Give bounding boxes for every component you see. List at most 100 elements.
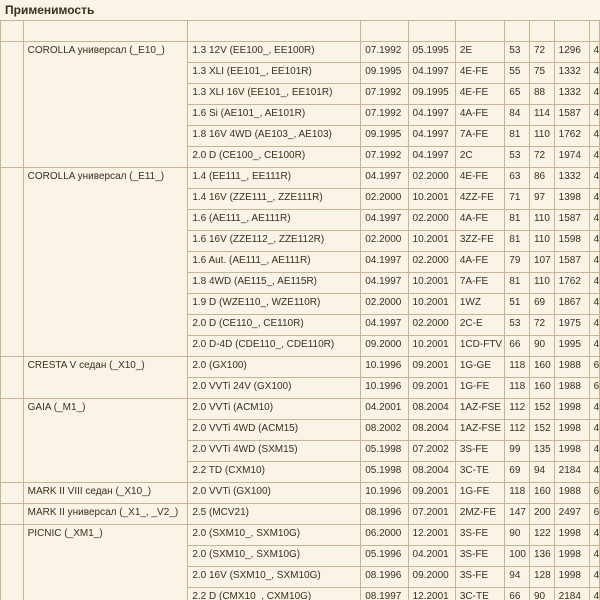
val-d: 4 xyxy=(589,588,599,600)
to-cell: 12.2001 xyxy=(408,588,455,600)
from-cell: 09.1995 xyxy=(361,63,408,84)
val-a: 65 xyxy=(505,84,530,105)
val-a: 55 xyxy=(505,63,530,84)
val-b: 136 xyxy=(529,546,554,567)
val-c: 1998 xyxy=(554,567,589,588)
from-cell: 05.1998 xyxy=(361,441,408,462)
val-c: 1974 xyxy=(554,147,589,168)
from-cell: 02.2000 xyxy=(361,231,408,252)
type-cell: 4E-FE xyxy=(455,84,504,105)
type-cell: 3S-FE xyxy=(455,546,504,567)
to-cell: 09.2001 xyxy=(408,483,455,504)
engine-cell: 1.9 D (WZE110_, WZE110R) xyxy=(188,294,361,315)
val-a: 99 xyxy=(505,441,530,462)
val-b: 107 xyxy=(529,252,554,273)
val-b: 160 xyxy=(529,357,554,378)
to-cell: 04.1997 xyxy=(408,105,455,126)
type-cell: 1G-GE xyxy=(455,357,504,378)
val-d: 4 xyxy=(589,420,599,441)
val-d: 4 xyxy=(589,273,599,294)
val-c: 1587 xyxy=(554,105,589,126)
engine-cell: 2.2 TD (CXM10) xyxy=(188,462,361,483)
val-a: 81 xyxy=(505,273,530,294)
type-cell: 4A-FE xyxy=(455,252,504,273)
val-c: 1762 xyxy=(554,126,589,147)
indent-cell xyxy=(1,525,24,600)
val-a: 69 xyxy=(505,462,530,483)
val-b: 75 xyxy=(529,63,554,84)
val-a: 100 xyxy=(505,546,530,567)
val-b: 152 xyxy=(529,420,554,441)
val-a: 51 xyxy=(505,294,530,315)
from-cell: 10.1996 xyxy=(361,357,408,378)
type-cell: 3S-FE xyxy=(455,525,504,546)
to-cell: 02.2000 xyxy=(408,168,455,189)
to-cell: 04.1997 xyxy=(408,126,455,147)
to-cell: 02.2000 xyxy=(408,315,455,336)
from-cell: 04.2001 xyxy=(361,399,408,420)
val-d: 4 xyxy=(589,168,599,189)
from-cell: 02.2000 xyxy=(361,189,408,210)
engine-cell: 1.4 16V (ZZE111_, ZZE111R) xyxy=(188,189,361,210)
val-a: 63 xyxy=(505,168,530,189)
val-c: 1296 xyxy=(554,42,589,63)
model-cell: CRESTA V седан (_X10_) xyxy=(23,357,188,399)
engine-cell: 1.3 12V (EE100_, EE100R) xyxy=(188,42,361,63)
from-cell: 07.1992 xyxy=(361,84,408,105)
val-c: 1988 xyxy=(554,483,589,504)
val-c: 1762 xyxy=(554,273,589,294)
val-b: 110 xyxy=(529,231,554,252)
val-a: 94 xyxy=(505,567,530,588)
val-c: 2184 xyxy=(554,588,589,600)
to-cell: 02.2000 xyxy=(408,252,455,273)
type-cell: 4A-FE xyxy=(455,210,504,231)
val-a: 53 xyxy=(505,42,530,63)
val-b: 110 xyxy=(529,126,554,147)
val-b: 122 xyxy=(529,525,554,546)
val-d: 4 xyxy=(589,546,599,567)
from-cell: 02.2000 xyxy=(361,294,408,315)
val-b: 69 xyxy=(529,294,554,315)
table-row: PICNIC (_XM1_)2.0 (SXM10_, SXM10G)06.200… xyxy=(1,525,600,546)
val-b: 72 xyxy=(529,315,554,336)
val-c: 1988 xyxy=(554,357,589,378)
table-row: MARK II VIII седан (_X10_)2.0 VVTi (GX10… xyxy=(1,483,600,504)
engine-cell: 1.8 16V 4WD (AE103_, AE103) xyxy=(188,126,361,147)
table-row: COROLLA универсал (_E10_)1.3 12V (EE100_… xyxy=(1,42,600,63)
val-b: 86 xyxy=(529,168,554,189)
val-b: 72 xyxy=(529,42,554,63)
val-b: 200 xyxy=(529,504,554,525)
val-b: 114 xyxy=(529,105,554,126)
type-cell: 1G-FE xyxy=(455,378,504,399)
val-c: 2497 xyxy=(554,504,589,525)
engine-cell: 1.3 XLI 16V (EE101_, EE101R) xyxy=(188,84,361,105)
val-d: 4 xyxy=(589,336,599,357)
engine-cell: 1.3 XLI (EE101_, EE101R) xyxy=(188,63,361,84)
val-a: 90 xyxy=(505,525,530,546)
val-d: 4 xyxy=(589,210,599,231)
model-cell: MARK II универсал (_X1_, _V2_) xyxy=(23,504,188,525)
val-b: 94 xyxy=(529,462,554,483)
to-cell: 12.2001 xyxy=(408,525,455,546)
from-cell: 08.1997 xyxy=(361,588,408,600)
to-cell: 10.2001 xyxy=(408,294,455,315)
from-cell: 09.2000 xyxy=(361,336,408,357)
val-a: 147 xyxy=(505,504,530,525)
indent-cell xyxy=(1,168,24,357)
to-cell: 07.2001 xyxy=(408,504,455,525)
type-cell: 2C-E xyxy=(455,315,504,336)
val-a: 66 xyxy=(505,588,530,600)
val-b: 160 xyxy=(529,483,554,504)
val-c: 1332 xyxy=(554,168,589,189)
engine-cell: 1.6 Si (AE101_, AE101R) xyxy=(188,105,361,126)
val-c: 2184 xyxy=(554,462,589,483)
val-d: 4 xyxy=(589,42,599,63)
table-row: COROLLA универсал (_E11_)1.4 (EE111_, EE… xyxy=(1,168,600,189)
engine-cell: 2.5 (MCV21) xyxy=(188,504,361,525)
val-d: 4 xyxy=(589,399,599,420)
to-cell: 04.2001 xyxy=(408,546,455,567)
val-c: 1332 xyxy=(554,63,589,84)
val-d: 6 xyxy=(589,378,599,399)
model-cell: MARK II VIII седан (_X10_) xyxy=(23,483,188,504)
engine-cell: 2.0 (SXM10_, SXM10G) xyxy=(188,546,361,567)
